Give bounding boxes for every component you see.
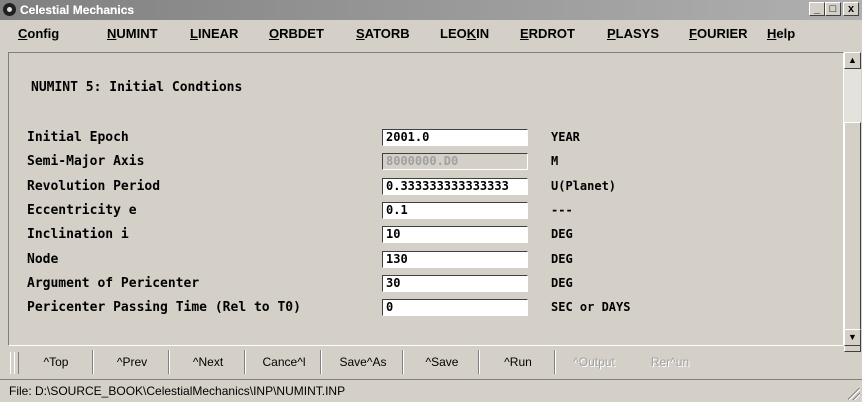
toolbar-button-saveas[interactable]: Save^As	[324, 350, 403, 374]
action-toolbar: ^Top ^Prev ^Next Cance^l Save^As ^Save ^Run ^Ou…	[8, 350, 860, 376]
value-input[interactable]: 0	[382, 299, 528, 317]
menu-item-linear[interactable]: LINEAR	[190, 26, 238, 41]
menu-item-erdrot[interactable]: ERDROT	[520, 26, 575, 41]
unit-label: U(Planet)	[551, 178, 617, 193]
menu-item-config[interactable]: Config	[18, 26, 59, 41]
menu-item-leokin[interactable]: LEOKIN	[440, 26, 489, 41]
value-input[interactable]: 0.333333333333333	[382, 177, 528, 195]
unit-label: SEC or DAYS	[551, 300, 631, 315]
window-title: Celestial Mechanics	[20, 3, 135, 17]
value-input[interactable]: 2001.0	[382, 129, 528, 146]
unit-label: DEG	[551, 251, 573, 266]
resize-grip[interactable]	[848, 388, 860, 400]
field-label: Node	[27, 251, 59, 267]
app-icon	[3, 3, 16, 16]
field-label: Eccentricity e	[27, 202, 137, 218]
value-input[interactable]: 30	[382, 274, 528, 292]
toolbar-grip-2	[14, 352, 19, 374]
unit-label: M	[551, 154, 559, 169]
scroll-thumb[interactable]	[844, 122, 861, 352]
toolbar-button-cancel[interactable]: Cance^l	[248, 350, 321, 374]
scroll-up-button[interactable]: ▲	[844, 52, 861, 69]
form-title: NUMINT 5: Initial Condtions	[31, 80, 243, 95]
menu-item-orbdet[interactable]: ORBDET	[269, 26, 324, 41]
value-input[interactable]: 130	[382, 250, 528, 268]
vertical-scrollbar[interactable]: ▲ ▼	[844, 52, 861, 352]
field-label: Revolution Period	[27, 178, 161, 194]
menu-item-plasys[interactable]: PLASYS	[607, 26, 659, 41]
toolbar-button-prev[interactable]: ^Prev	[96, 350, 169, 374]
window-controls: _ □ x	[809, 2, 859, 16]
menu-item-satorb[interactable]: SATORB	[356, 26, 410, 41]
toolbar-button-output: ^Output	[573, 355, 615, 369]
value-input[interactable]: 10	[382, 226, 528, 244]
unit-label: DEG	[551, 227, 573, 242]
field-label: Pericenter Passing Time (Rel to T0)	[27, 300, 301, 316]
toolbar-button-top[interactable]: ^Top	[20, 350, 93, 374]
status-bar: File: D:\SOURCE_BOOK\CelestialMechanics\…	[0, 379, 862, 402]
minimize-button[interactable]: _	[809, 2, 825, 16]
scroll-down-button[interactable]: ▼	[844, 329, 861, 346]
field-label: Semi-Major Axis	[27, 154, 145, 170]
menu-item-numint[interactable]: NUMINT	[107, 26, 158, 41]
unit-label: DEG	[551, 275, 573, 290]
unit-label: YEAR	[551, 130, 580, 144]
toolbar-button-next[interactable]: ^Next	[172, 350, 245, 374]
title-bar: Celestial Mechanics _ □ x	[0, 0, 862, 20]
menu-bar: Config NUMINT LINEAR ORBDET SATORB LEOKIN ERDR…	[0, 22, 862, 46]
menu-item-fourier[interactable]: FOURIER	[689, 26, 748, 41]
restore-button[interactable]: □	[825, 2, 841, 16]
field-label: Argument of Pericenter	[27, 275, 200, 291]
toolbar-button-run[interactable]: ^Run	[482, 350, 555, 374]
status-file-path: File: D:\SOURCE_BOOK\CelestialMechanics\…	[9, 384, 346, 398]
value-input[interactable]: 0.1	[382, 201, 528, 219]
toolbar-button-rerun: Rer^un	[650, 355, 690, 369]
toolbar-button-save[interactable]: ^Save	[406, 350, 479, 374]
close-button[interactable]: x	[843, 2, 859, 16]
field-label: Inclination i	[27, 227, 129, 243]
menu-item-help[interactable]: Help	[767, 26, 795, 41]
field-label: Initial Epoch	[27, 130, 129, 145]
unit-label: ---	[551, 202, 573, 217]
value-input: 8000000.D0	[382, 153, 528, 171]
